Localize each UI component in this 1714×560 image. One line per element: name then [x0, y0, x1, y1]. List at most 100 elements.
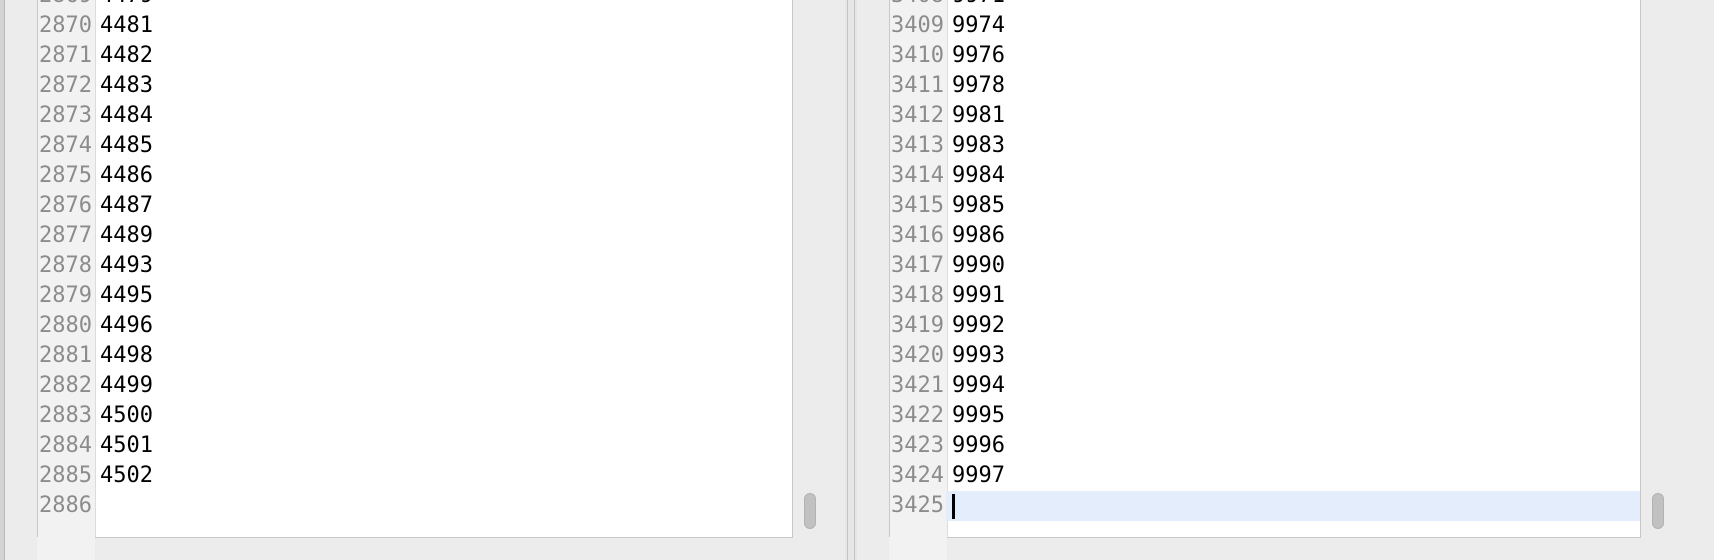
line-number: 3412	[891, 103, 944, 128]
line-number: 3414	[891, 163, 944, 188]
editor-line[interactable]: 3415 9985	[890, 191, 1640, 221]
left-vertical-scrollbar[interactable]	[799, 0, 821, 560]
line-number: 3420	[891, 343, 944, 368]
editor-line[interactable]: 2883 4500	[38, 401, 792, 431]
line-text[interactable]: 9996	[952, 431, 1005, 461]
line-text[interactable]: 4502	[100, 461, 153, 491]
line-number: 2878	[39, 253, 92, 278]
line-number: 2871	[39, 43, 92, 68]
line-number: 3411	[891, 73, 944, 98]
editor-line[interactable]: 2884 4501	[38, 431, 792, 461]
line-number: 3413	[891, 133, 944, 158]
line-text[interactable]: 4496	[100, 311, 153, 341]
editor-line[interactable]: 3414 9984	[890, 161, 1640, 191]
right-gutter-extension	[889, 537, 947, 560]
line-text[interactable]: 4483	[100, 71, 153, 101]
line-number: 2881	[39, 343, 92, 368]
editor-line[interactable]: 2885 4502	[38, 461, 792, 491]
editor-line[interactable]: 3409 9974	[890, 11, 1640, 41]
editor-line[interactable]: 3419 9992	[890, 311, 1640, 341]
line-number: 3417	[891, 253, 944, 278]
line-text[interactable]: 9997	[952, 461, 1005, 491]
editor-line[interactable]: 3423 9996	[890, 431, 1640, 461]
current-editor-line[interactable]: 3425	[890, 491, 1640, 521]
line-text[interactable]: 9974	[952, 11, 1005, 41]
line-text[interactable]: 9986	[952, 221, 1005, 251]
divider-edge-left	[847, 0, 848, 560]
line-number: 3419	[891, 313, 944, 338]
line-text[interactable]: 4485	[100, 131, 153, 161]
line-text[interactable]: 4481	[100, 11, 153, 41]
line-text[interactable]: 4499	[100, 371, 153, 401]
line-number: 3408	[890, 0, 946, 11]
editor-line[interactable]: 3408 9971	[890, 0, 1640, 11]
editor-line[interactable]: 2878 4493	[38, 251, 792, 281]
right-scroll-thumb[interactable]	[1652, 493, 1664, 529]
line-text[interactable]: 9994	[952, 371, 1005, 401]
editor-line[interactable]: 2871 4482	[38, 41, 792, 71]
editor-line[interactable]: 2880 4496	[38, 311, 792, 341]
line-text[interactable]: 4489	[100, 221, 153, 251]
editor-line[interactable]: 2881 4498	[38, 341, 792, 371]
editor-line[interactable]: 2882 4499	[38, 371, 792, 401]
left-text-editor[interactable]: 2869 4479 2870 4481 2871 4482 2872 4483 2873 4484…	[37, 0, 793, 538]
line-text[interactable]: 9985	[952, 191, 1005, 221]
line-number: 2876	[39, 193, 92, 218]
right-text-editor[interactable]: 3408 9971 3409 9974 3410 9976 3411 9978 3412 9981…	[889, 0, 1641, 538]
editor-line[interactable]: 2875 4486	[38, 161, 792, 191]
editor-line[interactable]: 2886	[38, 491, 792, 521]
editor-line[interactable]: 3413 9983	[890, 131, 1640, 161]
editor-line[interactable]: 2873 4484	[38, 101, 792, 131]
line-text[interactable]: 9991	[952, 281, 1005, 311]
line-text[interactable]: 9971	[952, 0, 1005, 11]
editor-line[interactable]: 2869 4479	[38, 0, 792, 11]
left-scroll-thumb[interactable]	[804, 493, 816, 529]
editor-line[interactable]: 3416 9986	[890, 221, 1640, 251]
line-text[interactable]: 9984	[952, 161, 1005, 191]
line-text[interactable]: 4501	[100, 431, 153, 461]
editor-line[interactable]: 2877 4489	[38, 221, 792, 251]
line-text[interactable]: 9992	[952, 311, 1005, 341]
line-number: 2870	[39, 13, 92, 38]
line-number: 2877	[39, 223, 92, 248]
line-text[interactable]: 4498	[100, 341, 153, 371]
line-number: 2886	[39, 493, 92, 518]
editor-line[interactable]: 2879 4495	[38, 281, 792, 311]
line-text[interactable]: 4486	[100, 161, 153, 191]
editor-line[interactable]: 3421 9994	[890, 371, 1640, 401]
line-number: 2879	[39, 283, 92, 308]
line-text[interactable]: 4495	[100, 281, 153, 311]
line-text[interactable]: 9995	[952, 401, 1005, 431]
line-text[interactable]: 4479	[100, 0, 153, 11]
line-number: 2885	[39, 463, 92, 488]
line-text[interactable]: 4487	[100, 191, 153, 221]
right-vertical-scrollbar[interactable]	[1647, 0, 1669, 560]
editor-line[interactable]: 2876 4487	[38, 191, 792, 221]
editor-line[interactable]: 3420 9993	[890, 341, 1640, 371]
editor-line[interactable]: 2870 4481	[38, 11, 792, 41]
line-number: 2872	[39, 73, 92, 98]
editor-line[interactable]: 3424 9997	[890, 461, 1640, 491]
editor-line[interactable]: 3422 9995	[890, 401, 1640, 431]
line-text[interactable]: 9981	[952, 101, 1005, 131]
line-text[interactable]: 9978	[952, 71, 1005, 101]
line-text[interactable]: 9976	[952, 41, 1005, 71]
editor-line[interactable]: 3411 9978	[890, 71, 1640, 101]
line-text[interactable]: 4500	[100, 401, 153, 431]
line-text[interactable]: 4482	[100, 41, 153, 71]
line-text[interactable]: 9983	[952, 131, 1005, 161]
editor-line[interactable]: 2874 4485	[38, 131, 792, 161]
editor-line[interactable]: 2872 4483	[38, 71, 792, 101]
editor-line[interactable]: 3410 9976	[890, 41, 1640, 71]
editor-line[interactable]: 3417 9990	[890, 251, 1640, 281]
split-view-divider[interactable]	[845, 0, 857, 560]
line-number: 3421	[891, 373, 944, 398]
line-number: 3409	[891, 13, 944, 38]
editor-line[interactable]: 3412 9981	[890, 101, 1640, 131]
line-text[interactable]: 9993	[952, 341, 1005, 371]
line-text[interactable]: 4484	[100, 101, 153, 131]
split-editor-window: 2869 4479 2870 4481 2871 4482 2872 4483 2873 4484…	[0, 0, 1714, 560]
line-text[interactable]: 9990	[952, 251, 1005, 281]
line-text[interactable]: 4493	[100, 251, 153, 281]
editor-line[interactable]: 3418 9991	[890, 281, 1640, 311]
